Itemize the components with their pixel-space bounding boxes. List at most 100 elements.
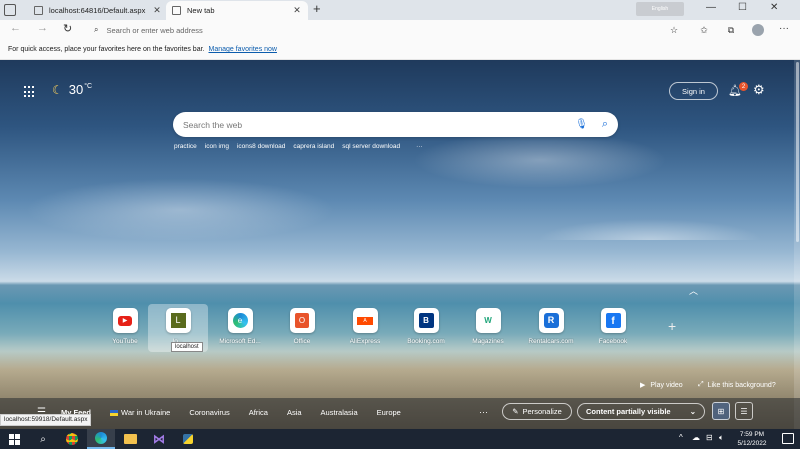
play-video-button[interactable]: ▶ Play video <box>640 381 683 390</box>
new-tab-page: ☾ 30 °C Sign in 🔔︎ 2 ⚙ Search the web 🎙︎… <box>0 60 800 429</box>
edge-taskbar-icon[interactable] <box>87 429 115 449</box>
list-icon: ☰ <box>740 406 748 416</box>
clock-time: 7:59 PM <box>739 431 765 438</box>
personalize-label: Personalize <box>522 407 562 416</box>
windows-taskbar: ⌕ ⋈ ^ ☁ ⊟ 🔈︎ 7:59 PM 5/12/2022 <box>0 429 800 449</box>
back-arrow-icon[interactable]: ← <box>10 22 21 34</box>
page-scrollbar[interactable] <box>794 60 800 429</box>
address-placeholder: Search or enter web address <box>106 25 203 35</box>
feed-tab-coronavirus[interactable]: Coronavirus <box>189 408 229 417</box>
page-icon <box>34 6 43 15</box>
quick-link-label: Facebook <box>598 338 628 345</box>
tab-title: localhost:64816/Default.aspx <box>49 6 146 15</box>
grid-icon: ⊞ <box>717 406 725 416</box>
tab-title: New tab <box>187 6 215 15</box>
play-icon: ▶ <box>640 382 646 389</box>
microphone-icon[interactable]: 🎙︎ <box>575 119 588 130</box>
app-launcher-icon[interactable] <box>24 86 36 98</box>
visual-studio-icon[interactable]: ⋈ <box>145 429 173 449</box>
trending-item[interactable]: caprera island <box>293 143 334 150</box>
booking-icon: B <box>413 308 439 333</box>
browser-toolbar: ← → ↻ ⌕ Search or enter web address ☆ ✩ … <box>0 20 800 40</box>
quick-link-rentalcars[interactable]: R Rentalcars.com <box>521 304 581 350</box>
add-site-icon[interactable]: + <box>668 318 676 334</box>
trending-item[interactable]: sql server download <box>342 143 400 150</box>
start-button[interactable] <box>0 429 28 449</box>
news-feed-bar: ☰ My Feed War in Ukraine Coronavirus Afr… <box>0 398 800 429</box>
trending-more-icon[interactable]: ··· <box>416 143 423 150</box>
quick-link-magazines[interactable]: W Magazines <box>458 304 518 350</box>
taskbar-search-icon[interactable]: ⌕ <box>29 429 57 449</box>
more-feed-tabs-icon[interactable]: ··· <box>479 407 488 417</box>
address-bar[interactable]: ⌕ Search or enter web address <box>84 22 694 38</box>
quick-link-label: Rentalcars.com <box>528 338 574 345</box>
action-center-icon[interactable] <box>782 433 794 444</box>
quick-link-label: Office <box>293 338 311 345</box>
grid-layout-button[interactable]: ⊞ <box>712 402 730 420</box>
minimize-icon[interactable]: — <box>706 2 716 13</box>
weather-temperature: 30 <box>68 82 84 97</box>
tab-actions-icon[interactable] <box>4 4 16 16</box>
quick-link-microsoft-edge[interactable]: e Microsoft Ed... <box>210 304 270 350</box>
notification-badge: 2 <box>739 82 748 91</box>
sign-in-button[interactable]: Sign in <box>669 82 718 100</box>
feed-tab-australasia[interactable]: Australasia <box>321 408 358 417</box>
system-clock[interactable]: 7:59 PM 5/12/2022 <box>730 430 774 448</box>
settings-more-icon[interactable]: ··· <box>779 23 789 34</box>
trending-item[interactable]: practice <box>174 143 197 150</box>
favorites-icon[interactable]: ✩ <box>699 25 709 35</box>
quick-link-label: AliExpress <box>349 338 381 345</box>
play-video-label: Play video <box>650 381 683 389</box>
personalize-button[interactable]: ✎ Personalize <box>502 403 572 420</box>
facebook-icon: f <box>600 308 626 333</box>
collections-icon[interactable]: ⧉ <box>726 25 736 35</box>
close-tab-icon[interactable]: ✕ <box>292 5 302 16</box>
quick-link-facebook[interactable]: f Facebook <box>583 304 643 350</box>
list-layout-button[interactable]: ☰ <box>735 402 753 420</box>
weather-unit: °C <box>84 83 93 90</box>
reload-icon[interactable]: ↻ <box>63 22 72 35</box>
trending-searches: practice icon img icons8 download caprer… <box>174 143 423 150</box>
quick-link-youtube[interactable]: ▶ YouTube <box>95 304 155 350</box>
network-icon[interactable]: ⊟ <box>706 433 713 442</box>
content-visibility-value: Content partially visible <box>586 407 671 416</box>
chrome-icon[interactable] <box>58 429 86 449</box>
quick-link-office[interactable]: O Office <box>272 304 332 350</box>
chevron-up-icon[interactable]: ︿ <box>689 284 698 297</box>
tab-new-tab[interactable]: New tab ✕ <box>166 1 308 20</box>
python-icon[interactable] <box>174 429 202 449</box>
feed-tab-europe[interactable]: Europe <box>377 408 401 417</box>
trending-item[interactable]: icons8 download <box>237 143 285 150</box>
quick-link-aliexpress[interactable]: A AliExpress <box>335 304 395 350</box>
feed-tab-asia[interactable]: Asia <box>287 408 302 417</box>
feed-tab-war-in-ukraine[interactable]: War in Ukraine <box>110 408 170 417</box>
web-search-box[interactable]: Search the web 🎙︎ ⌕ <box>173 112 618 137</box>
close-window-icon[interactable]: ✕ <box>770 2 778 13</box>
like-background-button[interactable]: ⤢ Like this background? <box>698 381 776 389</box>
maximize-icon[interactable]: ☐ <box>738 2 747 13</box>
trending-item[interactable]: icon img <box>205 143 229 150</box>
content-visibility-select[interactable]: Content partially visible ⌄ <box>577 403 705 420</box>
onedrive-icon[interactable]: ☁ <box>692 433 700 442</box>
weather-widget[interactable]: ☾ 30 °C <box>52 82 92 97</box>
show-hidden-icons-icon[interactable]: ^ <box>679 433 683 442</box>
expand-icon: ⤢ <box>698 381 704 388</box>
add-favorite-icon[interactable]: ☆ <box>669 25 679 35</box>
profile-avatar[interactable] <box>752 24 764 36</box>
new-tab-button[interactable]: + <box>313 1 321 16</box>
search-icon: ⌕ <box>94 25 99 34</box>
tab-localhost[interactable]: localhost:64816/Default.aspx ✕ <box>28 1 168 20</box>
windows-logo-icon <box>8 433 20 445</box>
file-explorer-icon[interactable] <box>116 429 144 449</box>
manage-favorites-link[interactable]: Manage favorites now <box>209 46 277 53</box>
volume-icon[interactable]: 🔈︎ <box>719 433 724 443</box>
gear-icon[interactable]: ⚙ <box>753 82 765 98</box>
forward-arrow-icon[interactable]: → <box>37 22 48 34</box>
ukraine-flag-icon <box>110 410 119 417</box>
new-tab-page-icon <box>172 6 181 15</box>
favorites-prompt: For quick access, place your favorites h… <box>8 46 205 53</box>
quick-link-booking[interactable]: B Booking.com <box>396 304 456 350</box>
close-tab-icon[interactable]: ✕ <box>152 5 162 16</box>
search-icon[interactable]: ⌕ <box>602 118 608 131</box>
feed-tab-africa[interactable]: Africa <box>249 408 268 417</box>
